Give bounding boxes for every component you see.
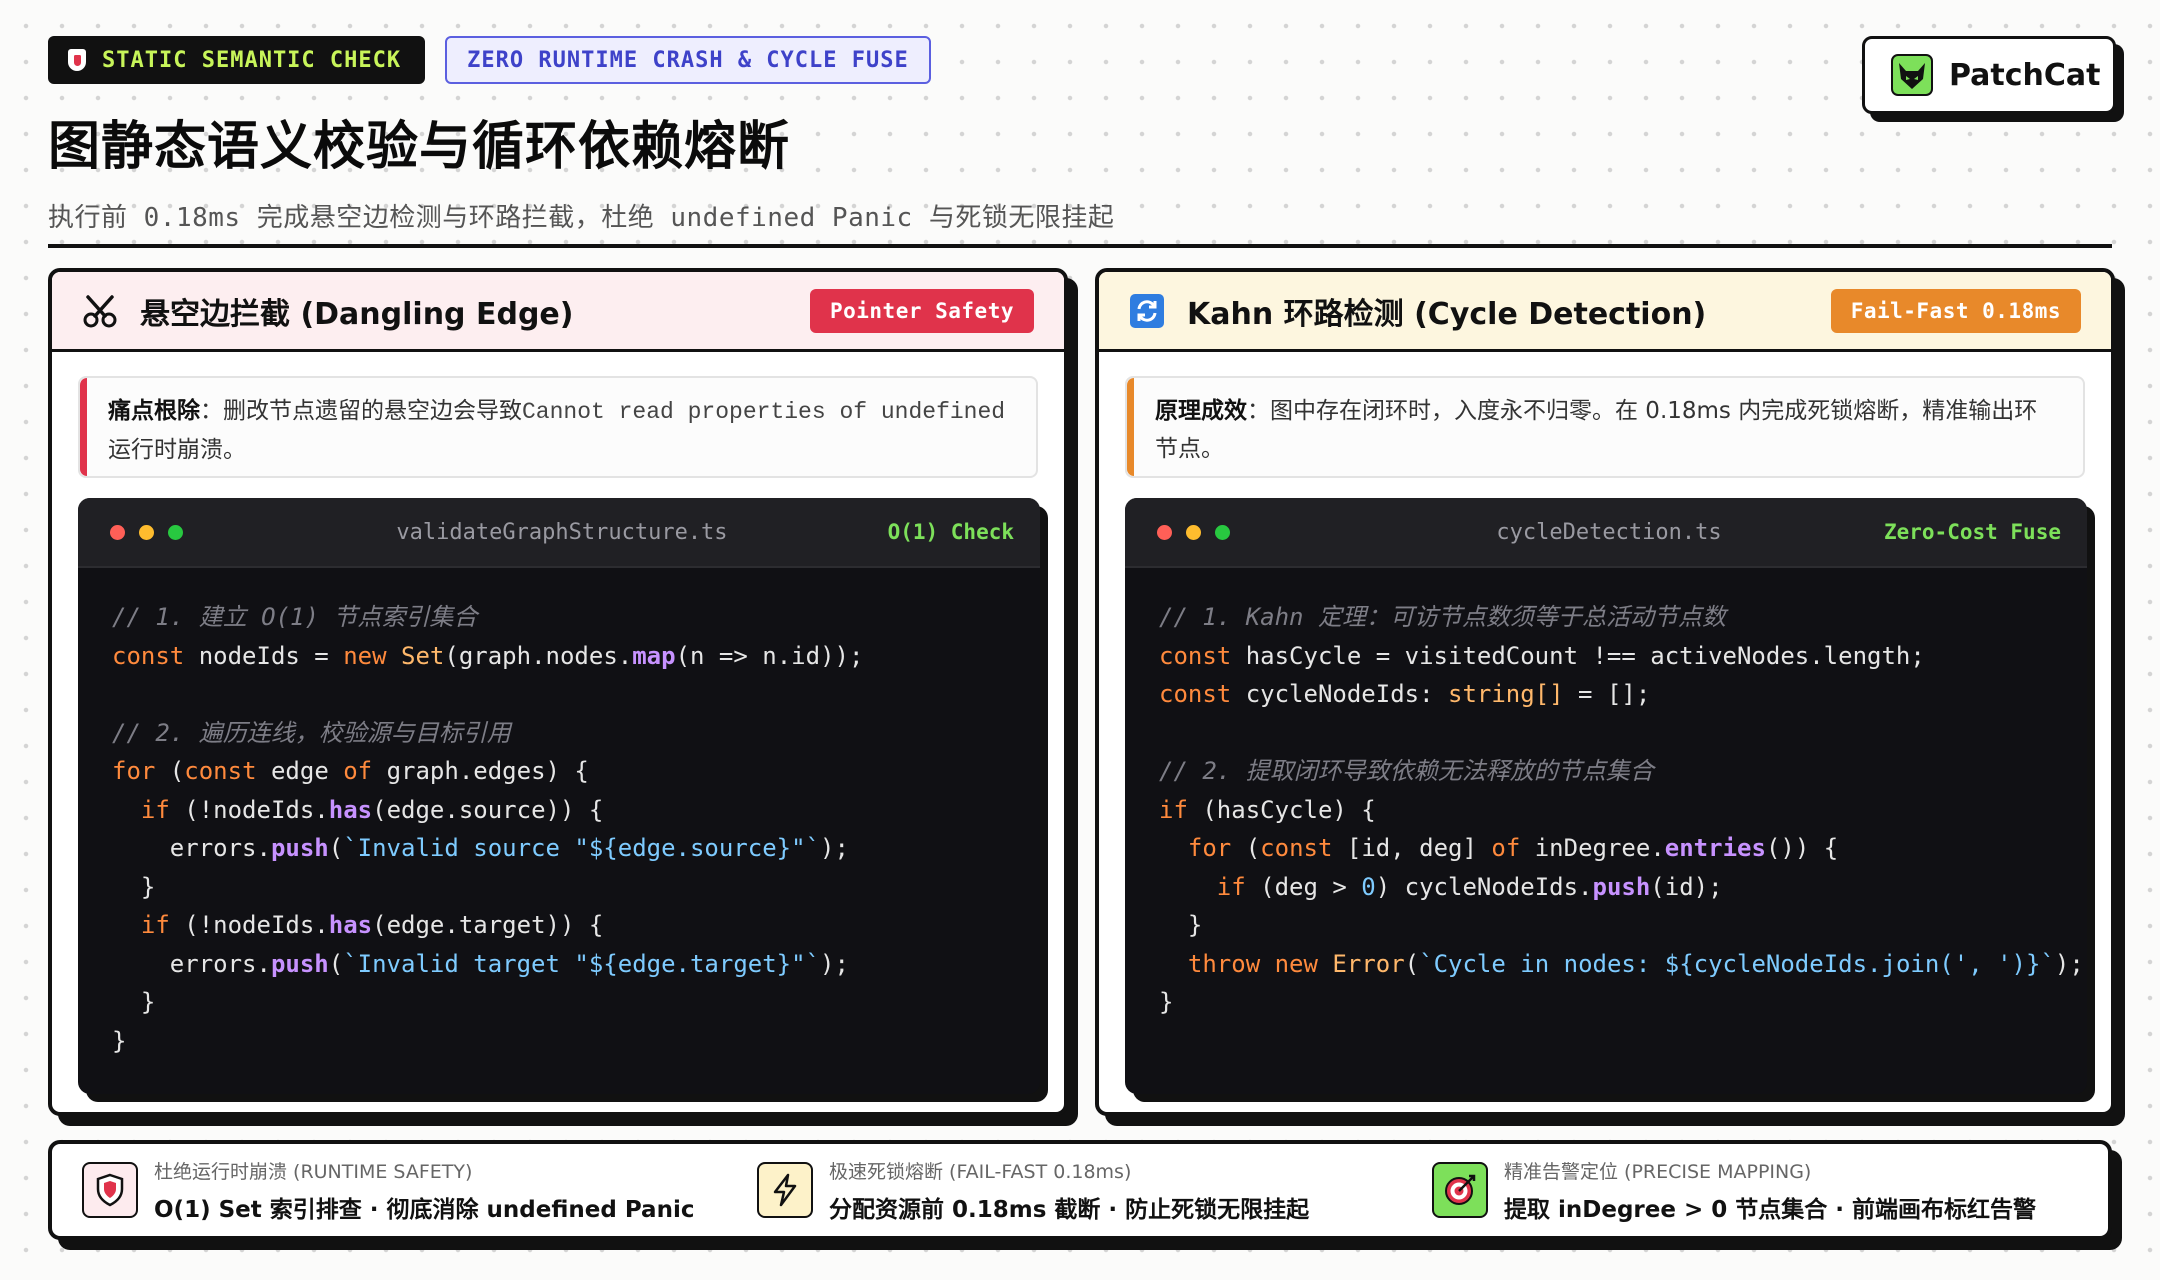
feature-desc: 分配资源前 0.18ms 截断 · 防止死锁无限挂起 [829, 1196, 1310, 1223]
feature-label: 精准告警定位 (PRECISE MAPPING) [1504, 1160, 1812, 1183]
note-error-message: Cannot read properties of undefined [522, 399, 1006, 425]
window-controls [110, 524, 330, 540]
note-text-end: 运行时崩溃。 [108, 437, 246, 463]
cycle-detection-card: Kahn 环路检测 (Cycle Detection) Fail-Fast 0.… [1095, 268, 2115, 1116]
dangling-edge-card-header: 悬空边拦截 (Dangling Edge) Pointer Safety [52, 272, 1064, 352]
feature-precise-mapping: 精准告警定位 (PRECISE MAPPING) 提取 inDegree > 0… [1432, 1157, 2107, 1224]
feature-label: 极速死锁熔断 (FAIL-FAST 0.18ms) [829, 1160, 1132, 1183]
code-file-name: validateGraphStructure.ts [396, 519, 728, 545]
note-text: 删改节点遗留的悬空边会导致 [223, 398, 522, 424]
page-title: 图静态语义校验与循环依赖熔断 [48, 117, 791, 177]
note-text: 图中存在闭环时，入度永不归零。在 0.18ms 内完成死锁熔断，精准输出环节点。 [1155, 398, 2038, 462]
tag-row: STATIC SEMANTIC CHECK ZERO RUNTIME CRASH… [48, 36, 2112, 84]
page-header: STATIC SEMANTIC CHECK ZERO RUNTIME CRASH… [48, 36, 2112, 234]
minimize-dot-icon[interactable] [139, 524, 154, 540]
code-window-titlebar: validateGraphStructure.ts O(1) Check [78, 498, 1040, 568]
page-subtitle: 执行前 0.18ms 完成悬空边检测与环路拦截，杜绝 undefined Pan… [48, 203, 1115, 233]
maximize-dot-icon[interactable] [168, 524, 183, 540]
note-separator: ： [1247, 398, 1270, 424]
fox-logo-icon [1891, 54, 1933, 96]
feature-summary-bar: 杜绝运行时崩溃 (RUNTIME SAFETY) O(1) Set 索引排查 ·… [48, 1140, 2112, 1240]
code-file-tag: Zero-Cost Fuse [1883, 520, 2061, 544]
code-window-titlebar: cycleDetection.ts Zero-Cost Fuse [1125, 498, 2087, 568]
feature-fail-fast: 极速死锁熔断 (FAIL-FAST 0.18ms) 分配资源前 0.18ms 截… [757, 1157, 1432, 1224]
close-dot-icon[interactable] [110, 524, 125, 540]
cycle-code-window: cycleDetection.ts Zero-Cost Fuse // 1. K… [1125, 498, 2087, 1094]
brand-name: PatchCat [1949, 57, 2101, 93]
dangling-edge-card-title: 悬空边拦截 (Dangling Edge) [140, 296, 574, 332]
refresh-cycle-icon [1127, 291, 1167, 331]
feature-desc: O(1) Set 索引排查 · 彻底消除 undefined Panic [154, 1196, 695, 1223]
lightning-icon [757, 1162, 813, 1218]
header-divider [48, 244, 2112, 248]
scissors-icon [80, 291, 120, 331]
pointer-safety-badge: Pointer Safety [809, 288, 1034, 333]
zero-crash-tag: ZERO RUNTIME CRASH & CYCLE FUSE [445, 36, 931, 84]
feature-desc: 提取 inDegree > 0 节点集合 · 前端画布标红告警 [1504, 1196, 2037, 1223]
minimize-dot-icon[interactable] [1186, 524, 1201, 540]
principle-note: 原理成效：图中存在闭环时，入度永不归零。在 0.18ms 内完成死锁熔断，精准输… [1125, 376, 2085, 478]
code-file-name: cycleDetection.ts [1496, 519, 1722, 545]
note-separator: ： [200, 398, 223, 424]
static-check-tag: STATIC SEMANTIC CHECK [48, 36, 426, 84]
cycle-detection-card-header: Kahn 环路检测 (Cycle Detection) Fail-Fast 0.… [1099, 272, 2111, 352]
feature-runtime-safety: 杜绝运行时崩溃 (RUNTIME SAFETY) O(1) Set 索引排查 ·… [82, 1157, 757, 1224]
window-controls [1157, 524, 1377, 540]
code-file-tag: O(1) Check [887, 520, 1014, 544]
cycle-detection-card-title: Kahn 环路检测 (Cycle Detection) [1187, 296, 1707, 332]
shield-icon [68, 49, 86, 71]
zero-crash-tag-label: ZERO RUNTIME CRASH & CYCLE FUSE [467, 47, 909, 73]
brand-badge[interactable]: PatchCat [1862, 36, 2116, 114]
shield-icon [82, 1162, 138, 1218]
close-dot-icon[interactable] [1157, 524, 1172, 540]
static-check-tag-label: STATIC SEMANTIC CHECK [102, 47, 402, 73]
note-heading: 痛点根除 [108, 398, 200, 424]
pain-point-note: 痛点根除：删改节点遗留的悬空边会导致Cannot read properties… [78, 376, 1038, 478]
feature-label: 杜绝运行时崩溃 (RUNTIME SAFETY) [154, 1160, 473, 1183]
target-icon [1432, 1162, 1488, 1218]
validate-code-block: // 1. 建立 O(1) 节点索引集合 const nodeIds = new … [112, 603, 864, 1055]
maximize-dot-icon[interactable] [1215, 524, 1230, 540]
fail-fast-badge: Fail-Fast 0.18ms [1830, 288, 2081, 333]
note-heading: 原理成效 [1155, 398, 1247, 424]
dangling-edge-card: 悬空边拦截 (Dangling Edge) Pointer Safety 痛点根… [48, 268, 1068, 1116]
cycle-code-block: // 1. Kahn 定理：可访节点数须等于总活动节点数 const hasCyc… [1159, 603, 2084, 1016]
validate-code-window: validateGraphStructure.ts O(1) Check // … [78, 498, 1040, 1094]
